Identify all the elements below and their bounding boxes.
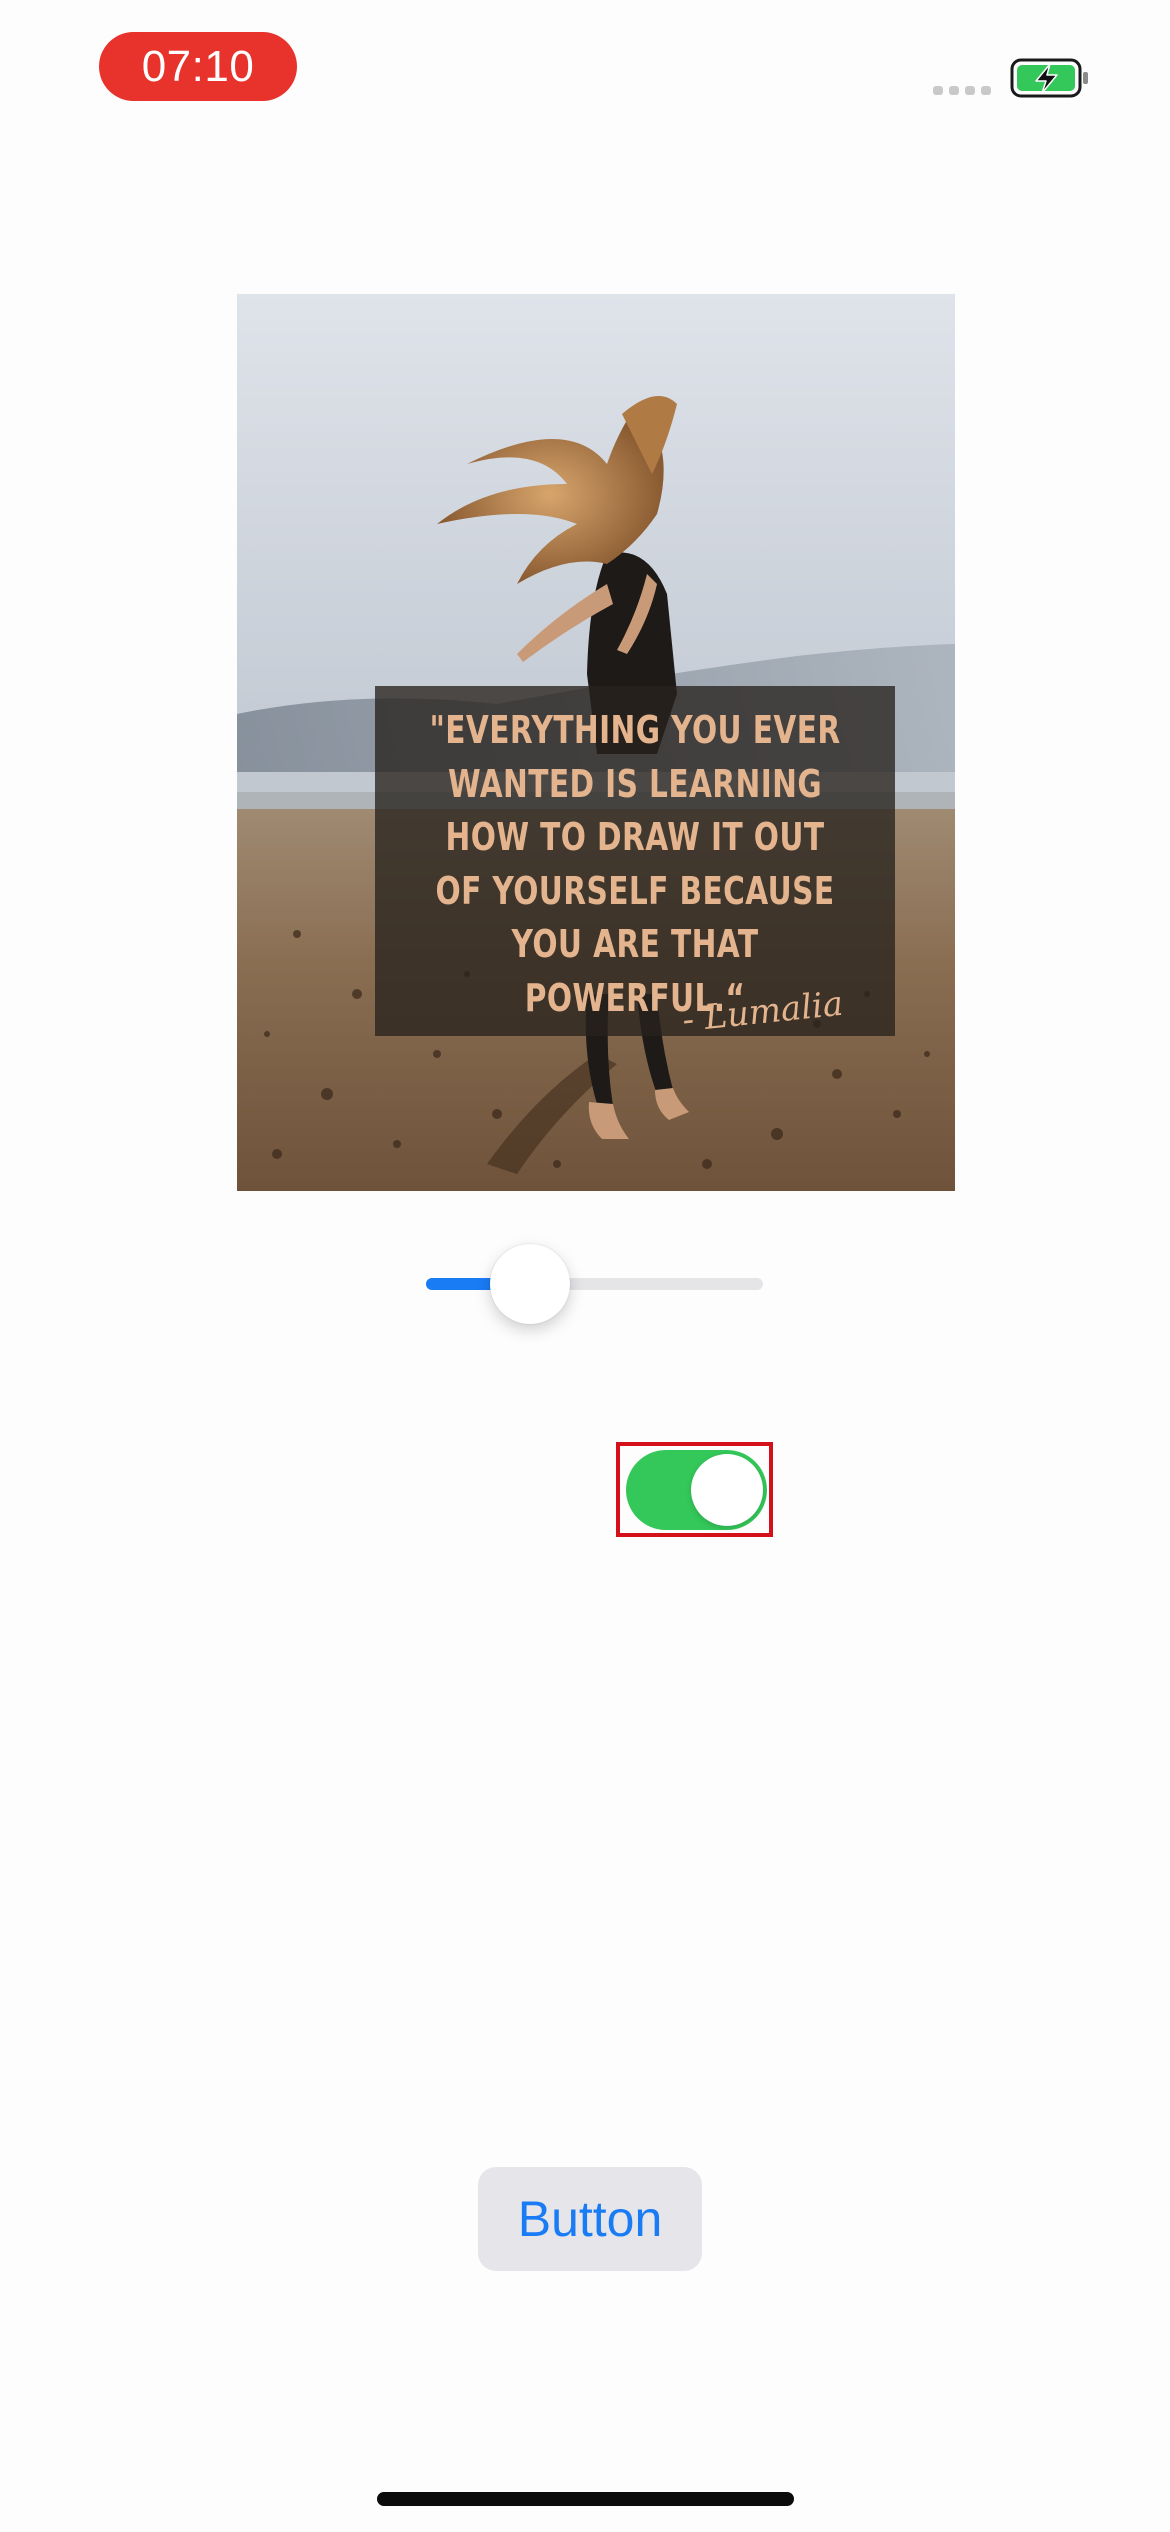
main-button[interactable]: Button [478, 2167, 702, 2271]
quote-text: "EVERYTHING YOU EVER WANTED IS LEARNING … [429, 708, 841, 1020]
slider[interactable] [426, 1236, 763, 1326]
quote-overlay: "EVERYTHING YOU EVER WANTED IS LEARNING … [375, 686, 895, 1040]
toggle-switch-knob[interactable] [691, 1454, 763, 1526]
slider-thumb[interactable] [490, 1244, 571, 1324]
switch-highlight-box [616, 1442, 773, 1537]
app-screen: 07:10 "EVERYTHING YOU EVER WANTED IS LEA… [0, 0, 1170, 2532]
battery-charging-icon [1010, 58, 1090, 98]
quote-photo: "EVERYTHING YOU EVER WANTED IS LEARNING … [237, 294, 955, 1191]
toggle-switch[interactable] [626, 1450, 767, 1530]
status-time: 07:10 [99, 32, 297, 101]
home-indicator[interactable] [377, 2492, 794, 2506]
cellular-signal-icon [933, 86, 991, 95]
